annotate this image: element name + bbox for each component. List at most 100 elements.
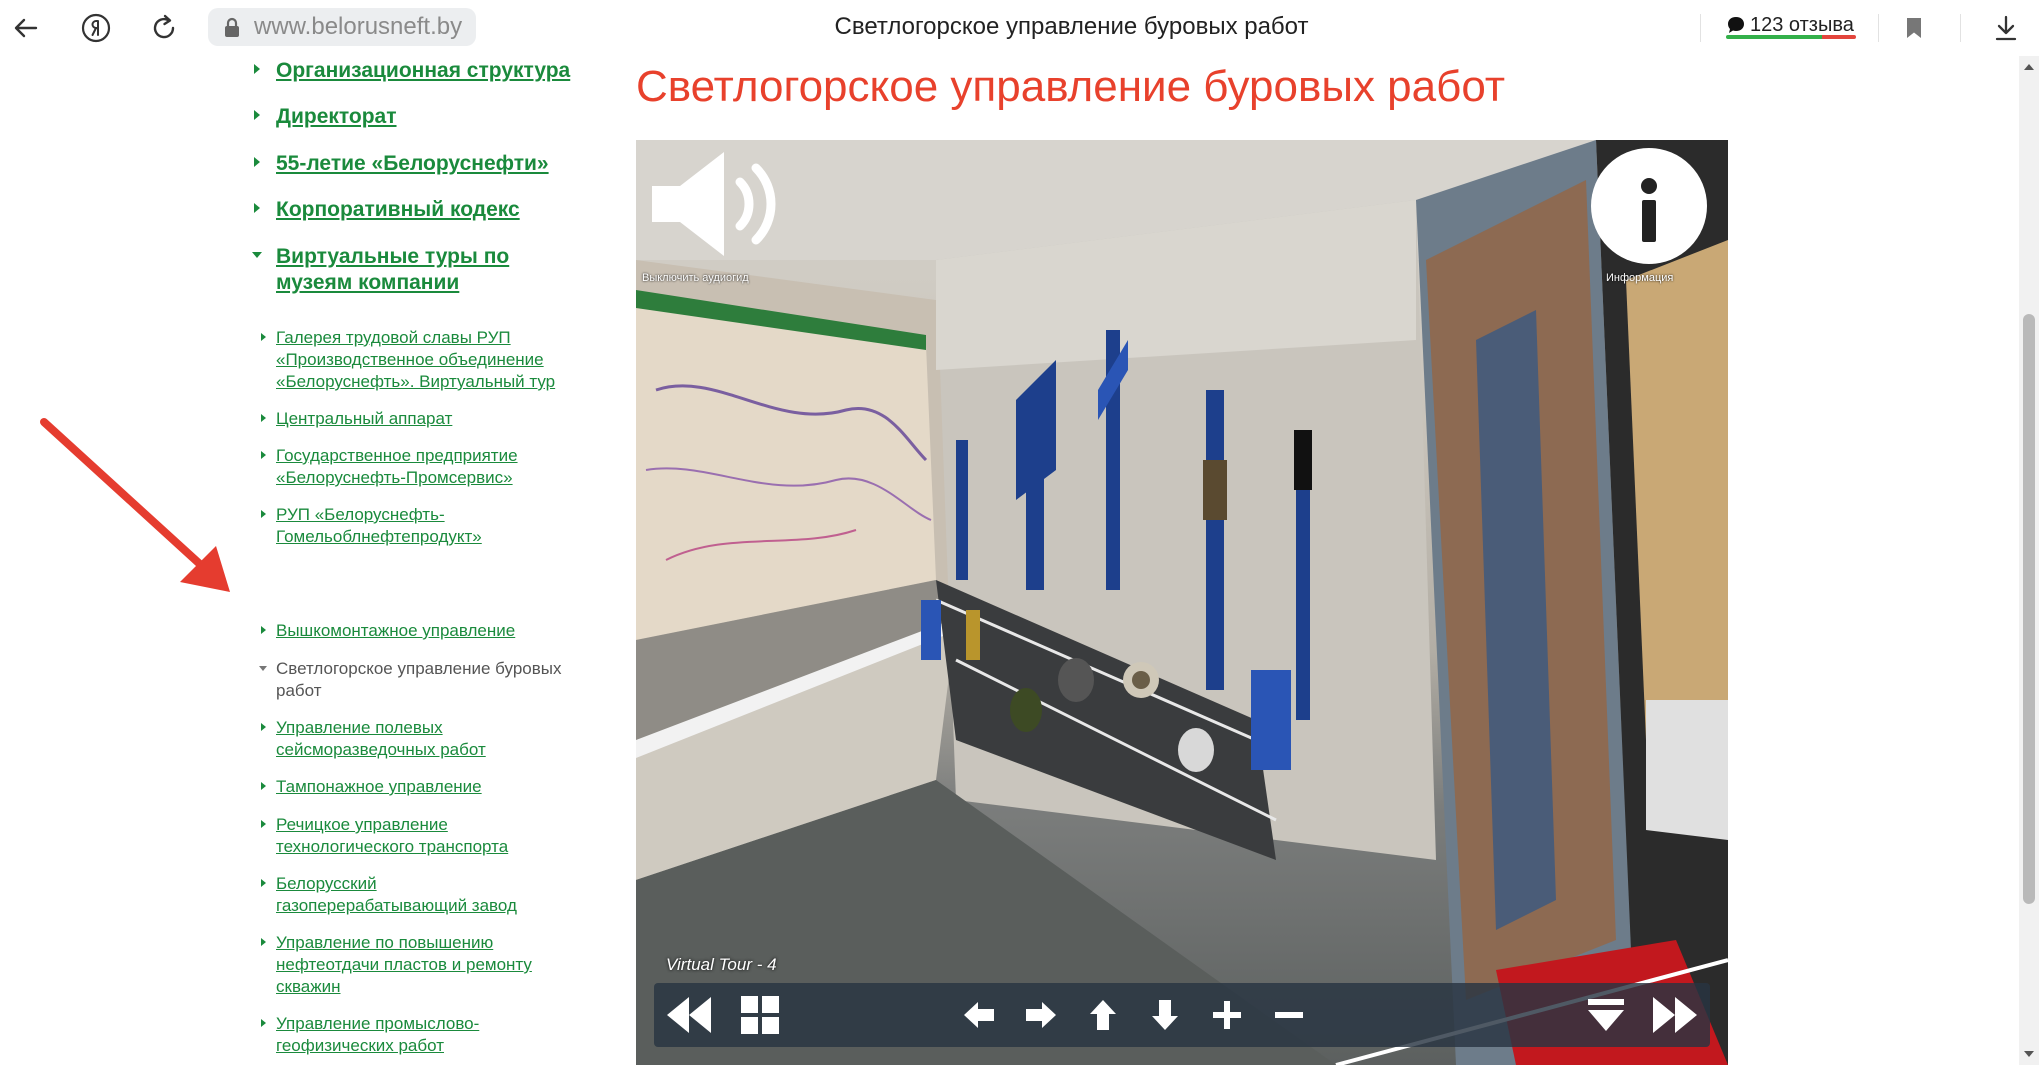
chevron-right-icon	[261, 626, 266, 634]
submenu-item-enhanced-recovery[interactable]: Управление по повышению нефтеотдачи плас…	[250, 932, 560, 998]
arrow-left-icon	[964, 1002, 994, 1028]
rewind-button[interactable]	[660, 983, 720, 1047]
pan-down-button[interactable]	[1140, 983, 1190, 1047]
zoom-in-icon	[1213, 1001, 1241, 1029]
toolbar-divider	[1878, 14, 1879, 42]
hide-toolbar-button[interactable]	[1578, 983, 1634, 1047]
submenu-item-rechitsa-transport[interactable]: Речицкое управление технологического тра…	[250, 814, 540, 858]
panorama-scene	[636, 140, 1728, 1065]
chevron-right-icon	[261, 333, 266, 341]
chevron-right-icon	[261, 414, 266, 422]
submenu-item-gallery[interactable]: Галерея трудовой славы РУП «Производстве…	[250, 327, 590, 393]
hide-toolbar-icon	[1588, 999, 1624, 1031]
info-label: Информация	[1606, 272, 1674, 284]
audio-guide-button[interactable]	[648, 148, 788, 260]
submenu-link[interactable]: РУП «Белоруснефть-Гомельоблнефтепродукт»	[276, 504, 540, 548]
page-tab-title: Светлогорское управление буровых работ	[834, 13, 1309, 40]
chevron-down-icon	[252, 252, 262, 258]
address-bar[interactable]: www.belorusneft.by	[208, 8, 477, 46]
chevron-right-icon	[254, 203, 260, 213]
yandex-button[interactable]	[78, 10, 114, 46]
virtual-tour-viewer[interactable]: Выключить аудиогид Информация Virtual To…	[636, 140, 1728, 1065]
page-scrollbar[interactable]	[2019, 56, 2039, 1065]
menu-item-corporate-code[interactable]: Корпоративный кодекс	[250, 197, 610, 223]
submenu-item-seismic[interactable]: Управление полевых сейсморазведочных раб…	[250, 717, 510, 761]
pan-right-button[interactable]	[1016, 983, 1066, 1047]
submenu-item-geophysics[interactable]: Управление промыслово-геофизических рабо…	[250, 1013, 510, 1057]
tour-control-bar	[654, 983, 1710, 1047]
toolbar-divider	[1960, 14, 1961, 42]
chevron-right-icon	[254, 64, 260, 74]
chevron-right-icon	[261, 451, 266, 459]
red-annotation-arrow	[40, 418, 230, 592]
submenu-link[interactable]: Управление промыслово-геофизических рабо…	[276, 1013, 510, 1057]
menu-item-virtual-tours[interactable]: Виртуальные туры по музеям компании	[250, 244, 550, 296]
submenu-item-gomel[interactable]: РУП «Белоруснефть-Гомельоблнефтепродукт»	[250, 504, 540, 548]
info-icon-stem	[1642, 200, 1656, 242]
menu-link[interactable]: Корпоративный кодекс	[276, 197, 610, 223]
page-title: Светлогорское управление буровых работ	[636, 62, 1505, 111]
chevron-right-icon	[254, 110, 260, 120]
toolbar-divider	[1700, 14, 1701, 42]
chevron-right-icon	[261, 723, 266, 731]
submenu-link-active[interactable]: Светлогорское управление буровых работ	[276, 658, 610, 702]
menu-link[interactable]: Организационная структура	[276, 58, 610, 84]
tour-caption: Virtual Tour - 4	[666, 955, 777, 974]
zoom-out-icon	[1275, 1012, 1303, 1018]
submenu-link[interactable]: Галерея трудовой славы РУП «Производстве…	[276, 327, 590, 393]
fast-forward-button[interactable]	[1644, 983, 1704, 1047]
submenu-link[interactable]: Центральный аппарат	[276, 408, 610, 430]
chevron-right-icon	[254, 157, 260, 167]
downloads-button[interactable]	[1988, 10, 2024, 46]
thumbnails-button[interactable]	[730, 983, 790, 1047]
speaker-icon	[652, 152, 776, 256]
reviews-rating-bar	[1726, 35, 1856, 39]
submenu-link[interactable]: Вышкомонтажное управление	[276, 620, 610, 642]
menu-link[interactable]: Виртуальные туры по музеям компании	[276, 244, 550, 296]
rewind-icon	[667, 997, 711, 1033]
scroll-up-icon[interactable]	[2024, 64, 2034, 70]
reload-button[interactable]	[146, 10, 182, 46]
submenu-link[interactable]: Речицкое управление технологического тра…	[276, 814, 540, 858]
comment-icon	[1728, 17, 1744, 33]
submenu-item-derrick[interactable]: Вышкомонтажное управление	[250, 620, 610, 642]
menu-link[interactable]: 55-летие «Белоруснефти»	[276, 151, 610, 177]
chevron-right-icon	[261, 938, 266, 946]
audio-guide-label: Выключить аудиогид	[642, 272, 749, 284]
menu-item-org-structure[interactable]: Организационная структура	[250, 58, 610, 84]
zoom-in-button[interactable]	[1202, 983, 1252, 1047]
submenu-item-cementing[interactable]: Тампонажное управление	[250, 776, 610, 798]
grid-icon	[741, 996, 779, 1034]
pan-left-button[interactable]	[954, 983, 1004, 1047]
submenu-item-promservis[interactable]: Государственное предприятие «Белоруснефт…	[250, 445, 550, 489]
url-text: www.belorusneft.by	[254, 13, 463, 40]
submenu-link[interactable]: Управление по повышению нефтеотдачи плас…	[276, 932, 560, 998]
pan-up-button[interactable]	[1078, 983, 1128, 1047]
scrollbar-thumb[interactable]	[2023, 314, 2035, 904]
fast-forward-icon	[1653, 997, 1697, 1033]
chevron-right-icon	[261, 820, 266, 828]
chevron-right-icon	[261, 510, 266, 518]
menu-link[interactable]: Директорат	[276, 104, 610, 130]
lock-icon	[225, 17, 239, 37]
yandex-icon	[81, 13, 111, 43]
submenu-link[interactable]: Белорусский газоперерабатывающий завод	[276, 873, 540, 917]
back-button[interactable]	[8, 10, 44, 46]
submenu-link[interactable]: Управление полевых сейсморазведочных раб…	[276, 717, 510, 761]
submenu-link[interactable]: Тампонажное управление	[276, 776, 610, 798]
scroll-down-icon[interactable]	[2024, 1051, 2034, 1057]
zoom-out-button[interactable]	[1264, 983, 1314, 1047]
info-button[interactable]	[1591, 148, 1707, 264]
menu-item-anniversary[interactable]: 55-летие «Белоруснефти»	[250, 151, 610, 177]
chevron-right-icon	[261, 782, 266, 790]
bookmark-button[interactable]	[1896, 10, 1932, 46]
submenu-link[interactable]: Государственное предприятие «Белоруснефт…	[276, 445, 550, 489]
submenu-item-svetlogorsk-drilling[interactable]: Светлогорское управление буровых работ	[250, 658, 610, 702]
arrow-right-icon	[1026, 1002, 1056, 1028]
reviews-count: 123 отзыва	[1750, 13, 1854, 36]
submenu-item-central-office[interactable]: Центральный аппарат	[250, 408, 610, 430]
chevron-right-icon	[261, 879, 266, 887]
submenu-item-gas-plant[interactable]: Белорусский газоперерабатывающий завод	[250, 873, 540, 917]
info-icon	[1641, 178, 1657, 194]
menu-item-directorate[interactable]: Директорат	[250, 104, 610, 130]
